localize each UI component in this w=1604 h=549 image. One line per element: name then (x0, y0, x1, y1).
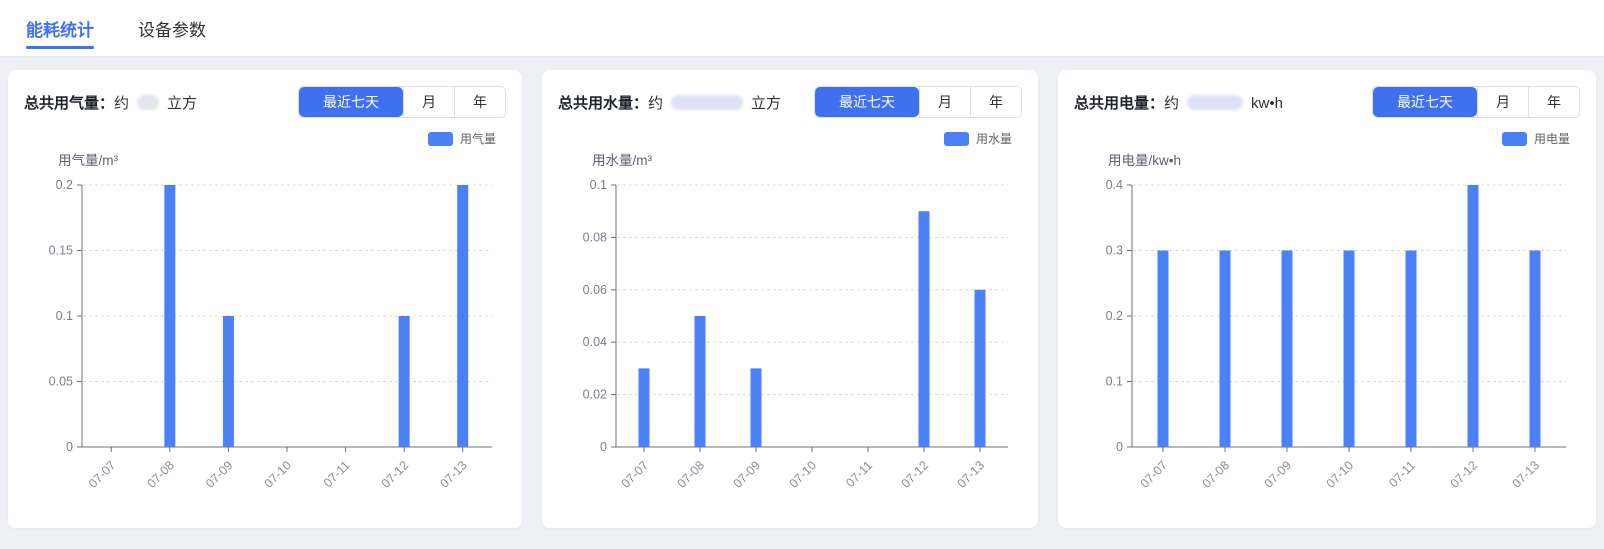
svg-text:07-08: 07-08 (675, 458, 708, 491)
cards-row: 总共用气量：约立方 最近七天 月 年 用气量 用气量/m³00.050.10.1… (0, 57, 1604, 528)
gas-period-tab-year[interactable]: 年 (454, 87, 505, 117)
svg-text:0.06: 0.06 (583, 283, 607, 297)
tab-energy-statistics[interactable]: 能耗统计 (26, 0, 94, 56)
unit-text: 立方 (167, 95, 197, 112)
svg-text:07-10: 07-10 (787, 458, 820, 491)
svg-text:07-07: 07-07 (619, 458, 652, 491)
svg-text:07-11: 07-11 (1386, 458, 1418, 490)
card-header: 总共用水量：约 立方 最近七天 月 年 (558, 86, 1022, 118)
electricity-usage-bar-chart: 用电量/kw•h 0 0.1 0.2 0.3 0.4 07-07 07-08 07-09 07-1… (1074, 149, 1580, 507)
svg-text:0: 0 (66, 440, 73, 454)
gas-usage-card: 总共用气量：约 立方 最近七天 月 年 用气量 用气量/m³ 0 0.05 0.1 0.1… (8, 70, 522, 528)
svg-text:0.08: 0.08 (583, 230, 607, 244)
electricity-period-tab-year[interactable]: 年 (1528, 87, 1579, 117)
gas-period-tab-last7days[interactable]: 最近七天 (299, 87, 403, 117)
water-usage-card: 总共用水量：约 立方 最近七天 月 年 用水量 用水量/m³ 0 0.02 0.04 0.… (542, 70, 1038, 528)
svg-text:0: 0 (600, 440, 607, 454)
water-period-tab-last7days[interactable]: 最近七天 (815, 87, 919, 117)
tab-label: 设备参数 (138, 16, 206, 41)
approx-text: 约 (648, 95, 663, 112)
tab-label: 能耗统计 (26, 16, 94, 41)
period-tab-group: 最近七天 月 年 (814, 86, 1022, 118)
water-period-tab-month[interactable]: 月 (919, 87, 970, 117)
svg-text:07-11: 07-11 (321, 458, 353, 490)
title-text: 总共用气量： (24, 95, 114, 112)
electricity-legend[interactable]: 用电量 (1074, 130, 1580, 147)
legend-swatch-icon (428, 132, 453, 146)
svg-text:07-09: 07-09 (731, 458, 764, 491)
svg-text:0.4: 0.4 (1106, 178, 1123, 192)
svg-text:0.2: 0.2 (1106, 309, 1123, 323)
masked-value (671, 95, 743, 110)
water-legend[interactable]: 用水量 (558, 130, 1022, 147)
svg-text:用水量/m³: 用水量/m³ (592, 153, 652, 168)
svg-text:07-10: 07-10 (262, 458, 295, 491)
svg-text:07-11: 07-11 (843, 458, 875, 490)
svg-text:07-07: 07-07 (86, 458, 119, 491)
svg-text:07-09: 07-09 (203, 458, 236, 491)
electricity-usage-card: 总共用电量：约 kw•h 最近七天 月 年 用电量 用电量/kw•h 0 0.1 0.2… (1058, 70, 1596, 528)
gas-period-tab-month[interactable]: 月 (403, 87, 454, 117)
water-usage-bar-chart: 用水量/m³ 0 0.02 0.04 0.06 0.08 0.1 07-07 07-08 07-0… (558, 149, 1022, 507)
svg-text:07-12: 07-12 (1448, 458, 1481, 491)
svg-text:用电量/kw•h: 用电量/kw•h (1108, 153, 1181, 168)
svg-text:07-08: 07-08 (144, 458, 177, 491)
card-title: 总共用电量：约 kw•h (1074, 92, 1283, 113)
svg-text:0.05: 0.05 (49, 375, 73, 389)
svg-text:07-13: 07-13 (1510, 458, 1543, 491)
card-title: 总共用气量：约 立方 (24, 92, 197, 113)
masked-value (1187, 95, 1243, 110)
electricity-period-tab-last7days[interactable]: 最近七天 (1373, 87, 1477, 117)
approx-text: 约 (114, 95, 129, 112)
period-tab-group: 最近七天 月 年 (1372, 86, 1580, 118)
legend-label: 用气量 (460, 130, 496, 147)
svg-text:07-10: 07-10 (1324, 458, 1357, 491)
svg-text:0.1: 0.1 (1106, 375, 1123, 389)
electricity-period-tab-month[interactable]: 月 (1477, 87, 1528, 117)
unit-text: 立方 (751, 95, 781, 112)
svg-text:0.15: 0.15 (49, 244, 73, 258)
gas-legend[interactable]: 用气量 (24, 130, 506, 147)
legend-label: 用电量 (1534, 130, 1570, 147)
svg-text:07-09: 07-09 (1262, 458, 1295, 491)
water-period-tab-year[interactable]: 年 (970, 87, 1021, 117)
approx-text: 约 (1164, 95, 1179, 112)
svg-text:0: 0 (1116, 440, 1123, 454)
svg-text:0.3: 0.3 (1106, 244, 1123, 258)
gas-usage-bar-chart: 用气量/m³ 0 0.05 0.1 0.15 0.2 07-07 07-08 07-09 07-1… (24, 149, 506, 507)
period-tab-group: 最近七天 月 年 (298, 86, 506, 118)
card-title: 总共用水量：约 立方 (558, 92, 781, 113)
svg-text:07-12: 07-12 (379, 458, 412, 491)
svg-text:0.02: 0.02 (583, 388, 607, 402)
svg-text:07-12: 07-12 (899, 458, 932, 491)
svg-text:07-13: 07-13 (955, 458, 988, 491)
svg-text:07-08: 07-08 (1200, 458, 1233, 491)
card-header: 总共用电量：约 kw•h 最近七天 月 年 (1074, 86, 1580, 118)
title-text: 总共用电量： (1074, 95, 1164, 112)
svg-text:07-13: 07-13 (437, 458, 470, 491)
tab-device-parameters[interactable]: 设备参数 (138, 0, 206, 56)
svg-text:0.04: 0.04 (583, 335, 607, 349)
card-header: 总共用气量：约 立方 最近七天 月 年 (24, 86, 506, 118)
masked-value (137, 95, 159, 110)
svg-text:0.2: 0.2 (56, 178, 73, 192)
legend-swatch-icon (944, 132, 969, 146)
legend-label: 用水量 (976, 130, 1012, 147)
legend-swatch-icon (1502, 132, 1527, 146)
svg-text:0.1: 0.1 (590, 178, 607, 192)
svg-text:0.1: 0.1 (56, 309, 73, 323)
svg-text:07-07: 07-07 (1138, 458, 1171, 491)
page-tab-bar: 能耗统计 设备参数 (0, 0, 1604, 57)
title-text: 总共用水量： (558, 95, 648, 112)
svg-text:用气量/m³: 用气量/m³ (58, 153, 118, 168)
unit-text: kw•h (1251, 95, 1283, 112)
